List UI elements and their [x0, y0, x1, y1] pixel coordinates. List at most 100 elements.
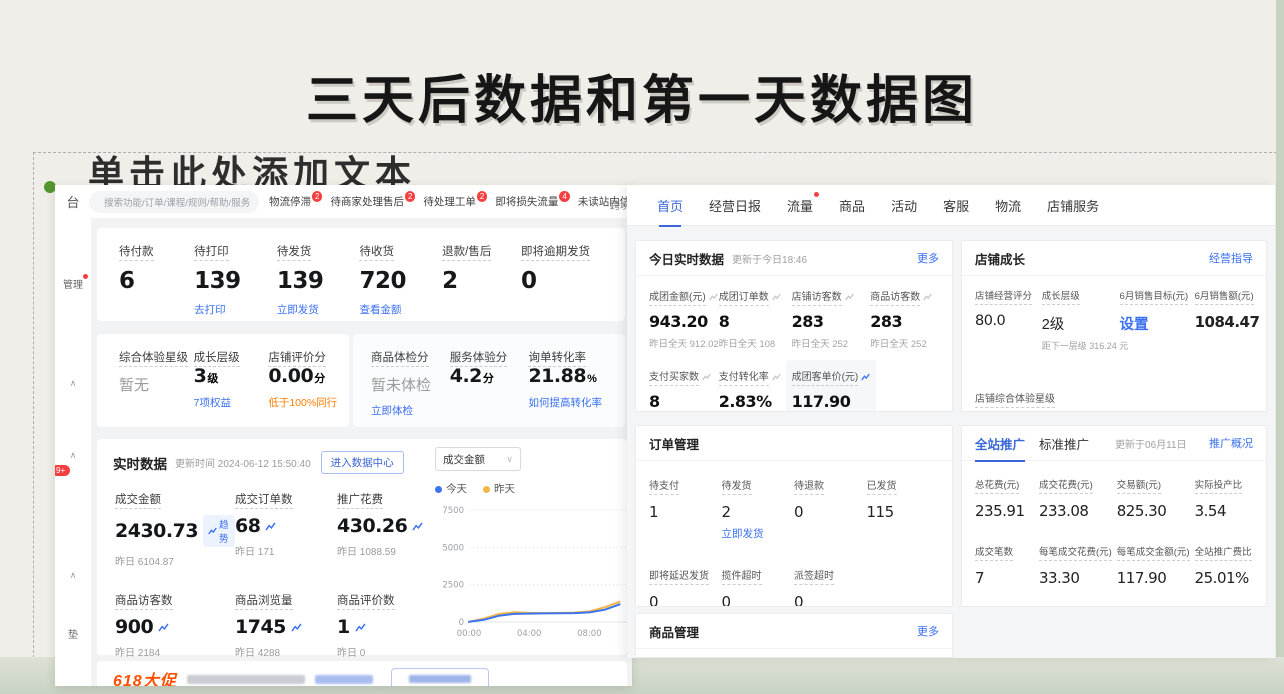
metric-cell: 商品评价数 1 昨日 0	[337, 592, 429, 659]
experience-card-right: 商品体检分 暂未体检 立即体检 服务体验分 4.2分 询单转化率 21.88% …	[353, 334, 625, 427]
left-sidebar: 管理 ∧ ∧ 9+ ∧ 垫	[55, 218, 92, 686]
tab-home[interactable]: 首页	[657, 196, 683, 215]
nav-badge: 2	[312, 191, 322, 202]
today-legend-dot	[435, 486, 442, 493]
metric-cell: 店铺访客数 283 昨日全天 252	[792, 288, 871, 350]
tab-products[interactable]: 商品	[839, 196, 865, 215]
metric-cell: 综合体验星级 暂无	[119, 349, 194, 427]
trend-icon[interactable]	[265, 522, 276, 531]
metric-cell: 成长层级 2级 距下一层级 316.24 元	[1042, 288, 1120, 352]
illegible-text-bar	[187, 675, 305, 684]
nav-item-pending-aftersale[interactable]: 待商家处理售后2	[330, 194, 415, 209]
metric-cell: 待打印 139 去打印	[194, 243, 277, 321]
right-tabbar: 首页 经营日报 流量 商品 活动 客服 物流 店铺服务	[627, 185, 1275, 226]
trend-icon	[845, 293, 854, 301]
svg-text:7500: 7500	[442, 506, 464, 516]
nav-item-pending-tickets[interactable]: 待处理工单2	[423, 194, 487, 209]
tab-traffic[interactable]: 流量	[787, 196, 813, 215]
trend-icon[interactable]	[291, 623, 302, 632]
sidebar-item-manage[interactable]: 管理	[55, 276, 91, 291]
order-management-card: 订单管理 待支付 1 待发货 2 立即发货 待退款 0 已发货 1	[635, 425, 953, 607]
metric-cell: 每笔成交花费(元) 33.30	[1039, 544, 1117, 587]
chevron-up-icon[interactable]: ∧	[55, 378, 91, 389]
svg-text:2500: 2500	[442, 581, 464, 591]
metric-cell: 成团订单数 8 昨日全天 108	[719, 288, 792, 350]
realtime-metrics: 成交金额 2430.73 趋势 昨日 6104.87 成交订单数 68 昨日 1…	[115, 491, 429, 659]
sidebar-item-fragment: 垫	[55, 626, 91, 641]
svg-text:00:00: 00:00	[457, 629, 482, 639]
check-now-link[interactable]: 立即体检	[371, 403, 450, 418]
more-link[interactable]: 更多	[917, 250, 939, 266]
tab-standard-promo[interactable]: 标准推广	[1039, 434, 1089, 453]
chevron-up-icon[interactable]: ∧	[55, 450, 91, 461]
notification-dot	[83, 274, 88, 279]
tab-service[interactable]: 客服	[943, 196, 969, 215]
right-dashboard-screenshot: 首页 经营日报 流量 商品 活动 客服 物流 店铺服务 今日实时数据 更新于今日…	[627, 185, 1275, 658]
metric-cell: 交易额(元) 825.30	[1117, 477, 1195, 520]
left-top-nav: 物流停滞2 待商家处理售后2 待处理工单2 即将损失流量4 未读站内信68	[269, 194, 632, 209]
trend-icon	[702, 373, 711, 381]
metric-cell: 待发货 2 立即发货	[722, 477, 795, 541]
trend-icon[interactable]	[158, 623, 169, 632]
trend-icon[interactable]	[355, 623, 366, 632]
realtime-updated: 更新时间 2024-06-12 15:50:40	[175, 455, 311, 470]
tab-sitewide-promo[interactable]: 全站推广	[975, 434, 1025, 453]
rights-link[interactable]: 7项权益	[194, 395, 269, 410]
metric-cell: 成长层级 3级 7项权益	[194, 349, 269, 427]
set-target-link[interactable]: 设置	[1120, 313, 1195, 334]
metric-cell: 即将延迟发货 0	[649, 567, 722, 607]
promo-overview-link[interactable]: 推广概况	[1209, 435, 1253, 451]
metric-cell-highlight: 成团客单价(元) 117.90 昨日全天 8.52	[786, 360, 877, 412]
metric-cell: 店铺评价分 0.00分 低于100%同行	[268, 349, 343, 427]
metric-cell: 成团金额(元) 943.20 昨日全天 912.02	[649, 288, 719, 350]
ship-now-link[interactable]: 立即发货	[722, 526, 795, 541]
data-center-button[interactable]: 进入数据中心	[321, 451, 404, 474]
metric-cell: 派签超时 0	[794, 567, 867, 607]
trend-icon	[709, 293, 718, 301]
trend-chip[interactable]: 趋势	[203, 515, 235, 547]
tab-daily-report[interactable]: 经营日报	[709, 196, 761, 215]
metric-cell: 待发货 139 立即发货	[277, 243, 360, 321]
tab-activities[interactable]: 活动	[891, 196, 917, 215]
nav-badge: 4	[559, 191, 569, 202]
metric-cell: 每笔成交金额(元) 117.90	[1117, 544, 1195, 587]
promotion-card: 全站推广 标准推广 更新于06月11日 推广概况 总花费(元) 235.91 成…	[961, 425, 1267, 607]
metric-cell: 待付款 6	[119, 243, 194, 321]
metric-cell: 成交金额 2430.73 趋势 昨日 6104.87	[115, 491, 235, 568]
metric-cell: 全站推广费比 25.01%	[1195, 544, 1253, 587]
go-print-link[interactable]: 去打印	[194, 302, 277, 317]
tab-shop-services[interactable]: 店铺服务	[1047, 196, 1099, 215]
metric-cell: 退款/售后 2	[442, 243, 521, 321]
sidebar-badge: 9+	[55, 465, 70, 476]
metric-select[interactable]: 成交金额 ∨	[435, 447, 521, 471]
metric-cell: 推广花费 430.26 昨日 1088.59	[337, 491, 429, 568]
promo-button[interactable]	[391, 668, 489, 687]
metric-cell: 6月销售额(元) 1084.47	[1195, 288, 1253, 352]
nav-item-traffic-loss[interactable]: 即将损失流量4	[495, 194, 569, 209]
experience-card-left: 综合体验星级 暂无 成长层级 3级 7项权益 店铺评价分 0.00分 低于100…	[97, 334, 349, 427]
trend-icon[interactable]	[412, 522, 423, 531]
trend-icon[interactable]	[861, 373, 870, 381]
trend-icon	[772, 373, 781, 381]
metric-cell: 待退款 0	[794, 477, 867, 541]
metric-cell: 总花费(元) 235.91	[975, 477, 1039, 520]
chevron-up-icon[interactable]: ∧	[55, 570, 91, 581]
tab-logistics[interactable]: 物流	[995, 196, 1021, 215]
metric-cell: 商品浏览量 1745 昨日 4288	[235, 592, 337, 659]
metric-cell: 即将逾期发货 0	[521, 243, 615, 321]
view-amount-link[interactable]: 查看金额	[359, 302, 442, 317]
more-link[interactable]: 更多	[917, 623, 939, 639]
nav-item-logistics-stalled[interactable]: 物流停滞2	[269, 194, 322, 209]
metric-cell: 待支付 1	[649, 477, 722, 541]
todo-card: 待付款 6 待打印 139 去打印 待发货 139 立即发货 待收货 720	[97, 228, 625, 321]
ship-now-link[interactable]: 立即发货	[277, 302, 360, 317]
business-guide-link[interactable]: 经营指导	[1209, 250, 1253, 266]
metric-cell: 商品访客数 283 昨日全天 252	[870, 288, 939, 350]
metric-cell: 支付买家数 8 昨日全天 107	[649, 368, 719, 412]
promo-title: 618大促	[113, 667, 177, 686]
search-input[interactable]: 搜索功能/订单/课程/规则/帮助/服务	[89, 191, 259, 213]
svg-text:04:00: 04:00	[517, 629, 542, 639]
improve-conversion-link[interactable]: 如何提高转化率	[528, 395, 619, 410]
clipped-label-row: 在售中 已售罄 已下架	[636, 649, 952, 658]
metric-cell: 成交笔数 7	[975, 544, 1039, 587]
